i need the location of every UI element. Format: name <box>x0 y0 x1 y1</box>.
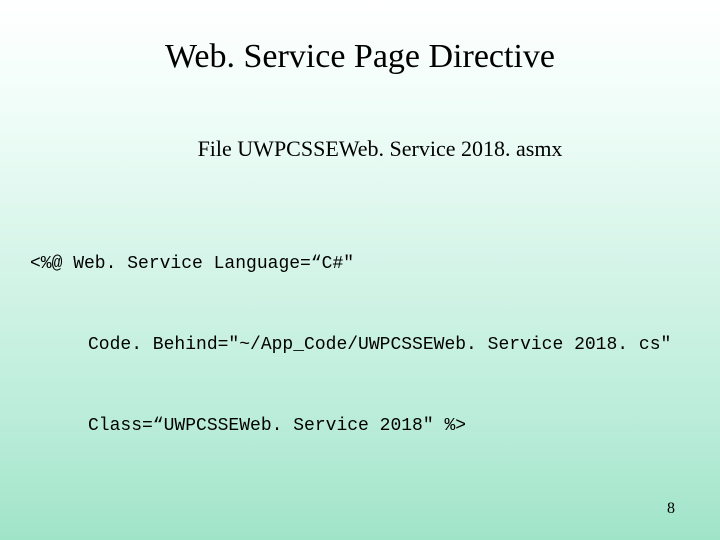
slide-subtitle: File UWPCSSEWeb. Service 2018. asmx <box>70 136 690 162</box>
code-line-3: Class=“UWPCSSEWeb. Service 2018" %> <box>30 413 690 440</box>
slide-container: Web. Service Page Directive File UWPCSSE… <box>0 0 720 540</box>
code-line-1: <%@ Web. Service Language=“C#" <box>30 251 690 278</box>
page-number: 8 <box>667 500 675 518</box>
slide-title: Web. Service Page Directive <box>30 38 690 76</box>
code-line-2: Code. Behind="~/App_Code/UWPCSSEWeb. Ser… <box>30 332 690 359</box>
code-block: <%@ Web. Service Language=“C#" Code. Beh… <box>30 197 690 494</box>
